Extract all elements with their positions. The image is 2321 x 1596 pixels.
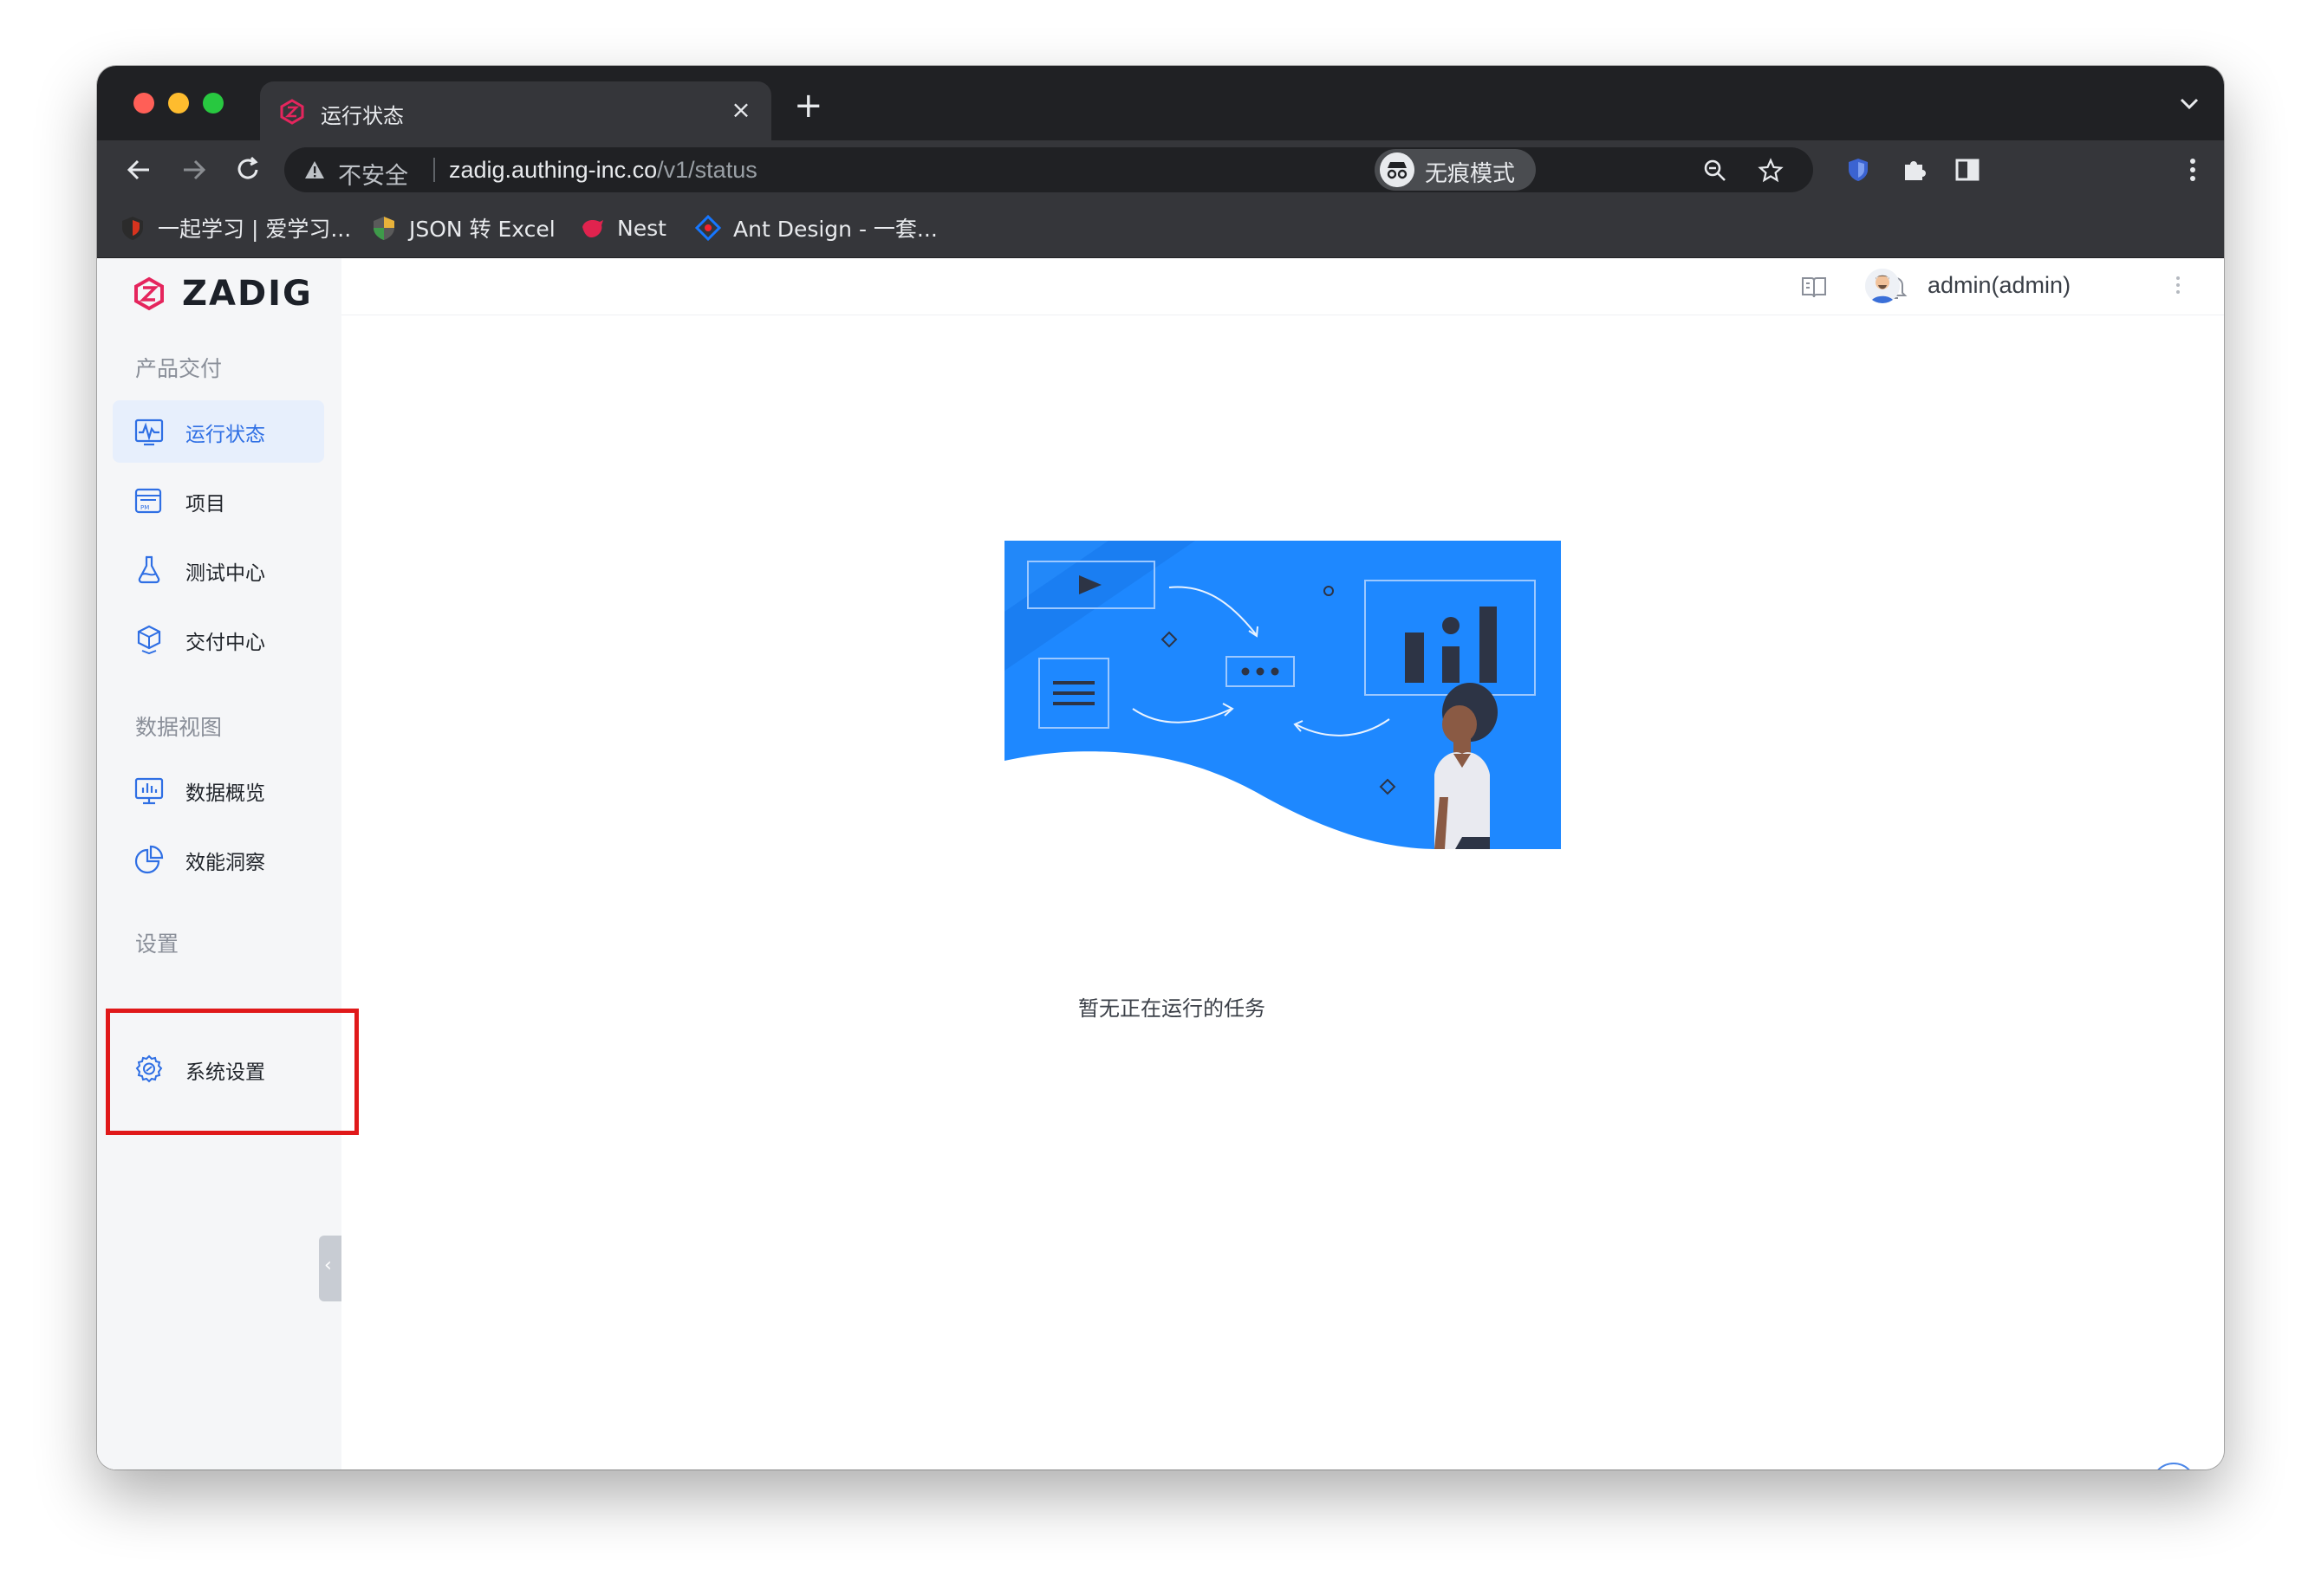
menu-group-title: 设置 xyxy=(135,931,179,957)
sidebar-item-projects[interactable]: PM 项目 xyxy=(113,470,324,532)
sidebar-item-insight[interactable]: 效能洞察 xyxy=(113,828,324,891)
brand-logo[interactable]: ZADIG xyxy=(132,274,313,314)
sidebar: ZADIG 产品交付 运行状态 PM 项目 测试中心 交付中心 数据视图 数据概… xyxy=(97,258,341,1469)
incognito-icon xyxy=(1380,152,1414,187)
incognito-indicator[interactable]: 无痕模式 xyxy=(1375,149,1536,191)
sidebar-item-status[interactable]: 运行状态 xyxy=(113,400,324,463)
new-tab-button[interactable]: + xyxy=(794,88,823,123)
sidebar-item-label: 运行状态 xyxy=(185,424,265,446)
empty-state-illustration xyxy=(1004,541,1561,849)
user-name[interactable]: admin(admin) xyxy=(1928,272,2071,299)
sidebar-item-data-overview[interactable]: 数据概览 xyxy=(113,759,324,821)
url-text[interactable]: zadig.authing-inc.co/v1/status xyxy=(449,157,757,184)
menu-group-title: 产品交付 xyxy=(135,356,223,381)
bookmark-label: 一起学习 | 爱学习... xyxy=(158,217,352,242)
sidebar-item-test-center[interactable]: 测试中心 xyxy=(113,539,324,601)
browser-menu-icon[interactable] xyxy=(2189,158,2196,182)
url-host: zadig.authing-inc.co xyxy=(449,157,658,183)
forward-arrow-icon[interactable] xyxy=(179,154,210,185)
zoom-icon[interactable] xyxy=(1702,158,1728,184)
security-label: 不安全 xyxy=(338,163,408,190)
shield-red-icon xyxy=(122,217,143,240)
bookmark-item[interactable]: JSON 转 Excel xyxy=(371,213,556,243)
project-pm-icon: PM xyxy=(134,488,162,514)
address-bar[interactable]: 不安全 zadig.authing-inc.co/v1/status xyxy=(284,147,1813,192)
annotation-highlight-box xyxy=(106,1009,359,1135)
svg-text:PM: PM xyxy=(140,504,149,511)
reload-icon[interactable] xyxy=(232,154,263,185)
bookmark-star-icon[interactable] xyxy=(1758,158,1784,184)
sidebar-item-label: 项目 xyxy=(185,493,225,516)
sidebar-item-label: 数据概览 xyxy=(185,782,265,805)
tab-title: 运行状态 xyxy=(321,104,404,128)
top-header: admin(admin) xyxy=(341,258,2224,315)
nest-cat-icon xyxy=(582,220,603,237)
back-arrow-icon[interactable] xyxy=(123,154,154,185)
bookmark-label: JSON 转 Excel xyxy=(409,217,556,242)
url-path: /v1/status xyxy=(657,157,757,183)
menu-group-title: 数据视图 xyxy=(135,715,223,740)
shield-green-icon xyxy=(374,217,394,240)
close-window-button[interactable] xyxy=(133,93,154,114)
address-divider xyxy=(433,158,435,182)
sidebar-item-label: 交付中心 xyxy=(185,632,265,654)
maximize-window-button[interactable] xyxy=(203,93,224,114)
sidebar-item-delivery-center[interactable]: 交付中心 xyxy=(113,608,324,671)
sidebar-collapse-handle[interactable]: ‹ xyxy=(319,1236,341,1301)
browser-tab-bar: 运行状态 × + xyxy=(97,66,2224,140)
bookmarks-bar: 一起学习 | 爱学习... JSON 转 Excel Nest Ant Desi… xyxy=(97,198,2224,258)
zadig-logo-icon xyxy=(280,99,304,125)
incognito-label: 无痕模式 xyxy=(1425,161,1516,187)
tab-search-chevron-icon[interactable] xyxy=(2179,97,2200,111)
pie-chart-icon xyxy=(134,845,164,874)
avatar[interactable] xyxy=(1865,269,1900,303)
sidebar-item-label: 效能洞察 xyxy=(185,852,265,874)
bookmark-label: Nest xyxy=(617,215,666,241)
browser-window: 运行状态 × + 不安全 zadig.authing-inc.co/v1/sta… xyxy=(97,66,2224,1469)
minimize-window-button[interactable] xyxy=(168,93,189,114)
empty-state-message: 暂无正在运行的任务 xyxy=(1078,996,1265,1021)
bitwarden-shield-icon[interactable] xyxy=(1844,156,1872,184)
browser-toolbar: 不安全 zadig.authing-inc.co/v1/status 无痕模式 xyxy=(97,140,2224,198)
bookmark-label: Ant Design - 一套... xyxy=(733,217,938,242)
sidebar-item-label: 测试中心 xyxy=(185,562,265,585)
tab-close-icon[interactable]: × xyxy=(726,95,756,125)
extensions-puzzle-icon[interactable] xyxy=(1900,156,1928,184)
delivery-box-icon xyxy=(137,625,161,655)
flask-icon xyxy=(138,555,160,584)
warning-triangle-icon[interactable] xyxy=(303,159,326,180)
floating-link-button[interactable] xyxy=(2151,1463,2196,1469)
more-vertical-icon[interactable] xyxy=(2175,276,2181,295)
chart-screen-icon xyxy=(134,777,164,805)
bookmark-item[interactable]: Ant Design - 一套... xyxy=(695,213,938,243)
side-panel-icon[interactable] xyxy=(1954,156,1981,184)
docs-book-icon[interactable] xyxy=(1799,272,1829,302)
bookmark-item[interactable]: Nest xyxy=(579,213,666,243)
browser-tab-active[interactable]: 运行状态 × xyxy=(260,81,771,140)
zadig-app: ZADIG 产品交付 运行状态 PM 项目 测试中心 交付中心 数据视图 数据概… xyxy=(97,258,2224,1469)
zadig-logo-icon xyxy=(134,276,164,311)
brand-name: ZADIG xyxy=(182,274,313,314)
ant-design-icon xyxy=(695,215,721,241)
bookmark-item[interactable]: 一起学习 | 爱学习... xyxy=(120,213,351,243)
activity-monitor-icon xyxy=(134,418,164,446)
chevron-left-icon: ‹ xyxy=(324,1255,332,1276)
